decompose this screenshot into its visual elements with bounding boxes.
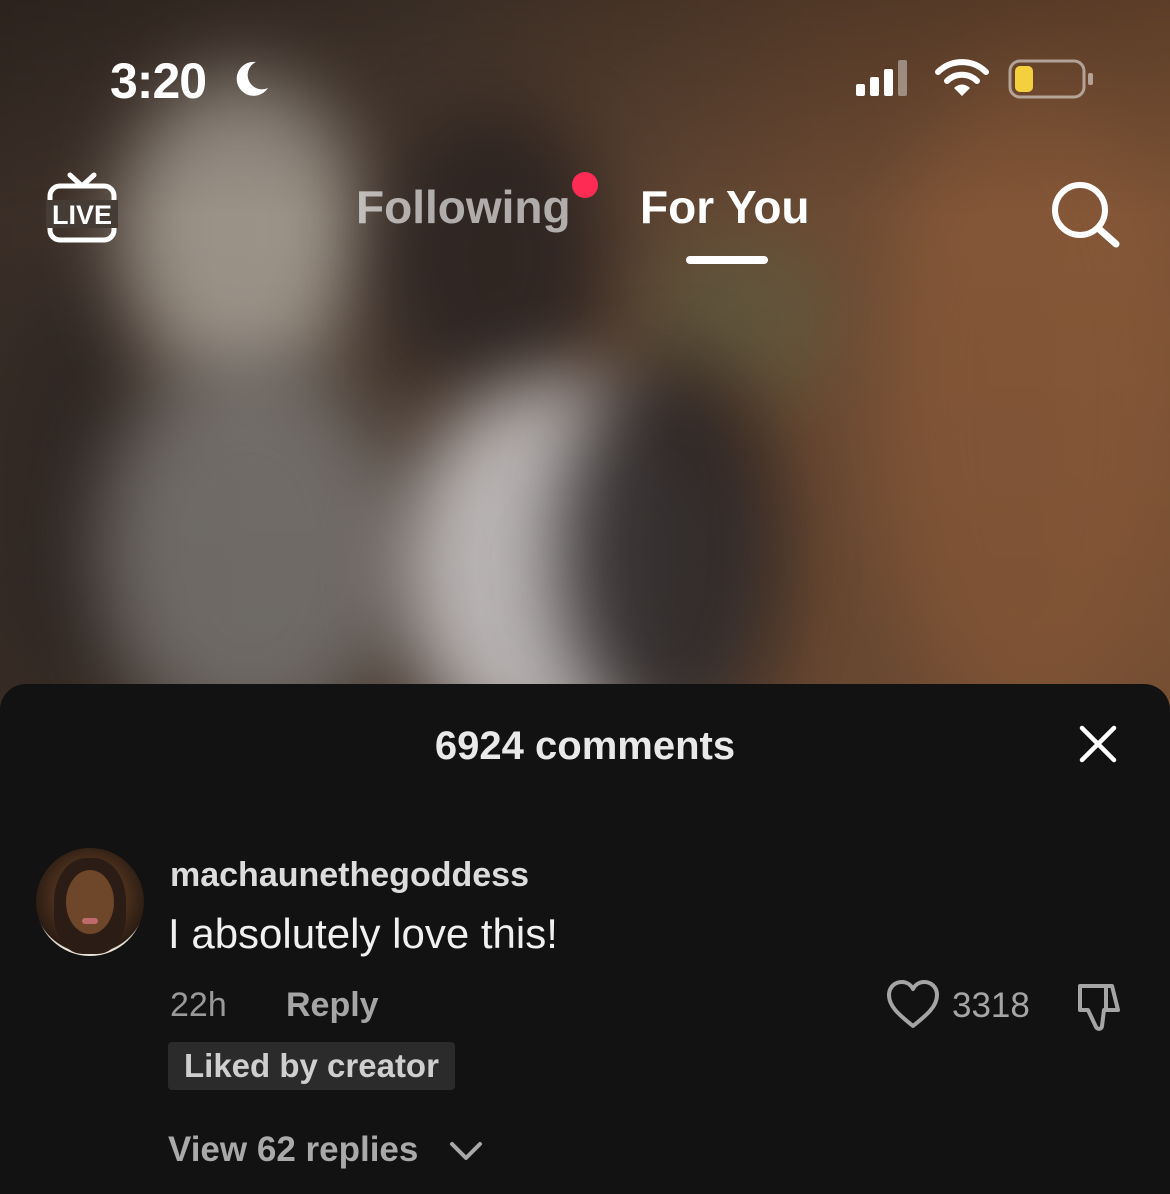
heart-icon[interactable] (886, 980, 940, 1030)
live-label: LIVE (52, 200, 112, 230)
tiktok-screen: 3:20 LIVE Following For You 6924 comment… (0, 0, 1170, 1194)
cellular-signal-icon (856, 60, 907, 96)
status-time: 3:20 (110, 53, 207, 109)
wifi-icon (935, 59, 989, 96)
comment-text: I absolutely love this! (168, 910, 558, 957)
notification-dot (572, 172, 598, 198)
live-tv-icon[interactable]: LIVE (46, 172, 118, 246)
moon-icon (236, 61, 268, 96)
chevron-down-icon[interactable] (448, 1136, 484, 1166)
like-count: 3318 (952, 986, 1030, 1025)
close-icon[interactable] (1076, 722, 1120, 766)
tab-for-you[interactable]: For You (640, 180, 810, 234)
comment-time: 22h (170, 986, 227, 1024)
tab-following[interactable]: Following (356, 180, 571, 234)
view-replies-button[interactable]: View 62 replies (168, 1130, 418, 1170)
reply-button[interactable]: Reply (286, 986, 379, 1025)
battery-icon (1008, 59, 1093, 99)
comments-sheet: 6924 comments machaunethegoddess I absol… (0, 684, 1170, 1194)
liked-by-creator-badge: Liked by creator (168, 1042, 455, 1090)
comments-count-title: 6924 comments (434, 724, 736, 768)
active-tab-underline (686, 256, 768, 264)
comment-username[interactable]: machaunethegoddess (170, 856, 529, 895)
avatar[interactable] (36, 848, 144, 956)
search-icon[interactable] (1048, 178, 1122, 248)
dislike-icon[interactable] (1072, 980, 1126, 1034)
